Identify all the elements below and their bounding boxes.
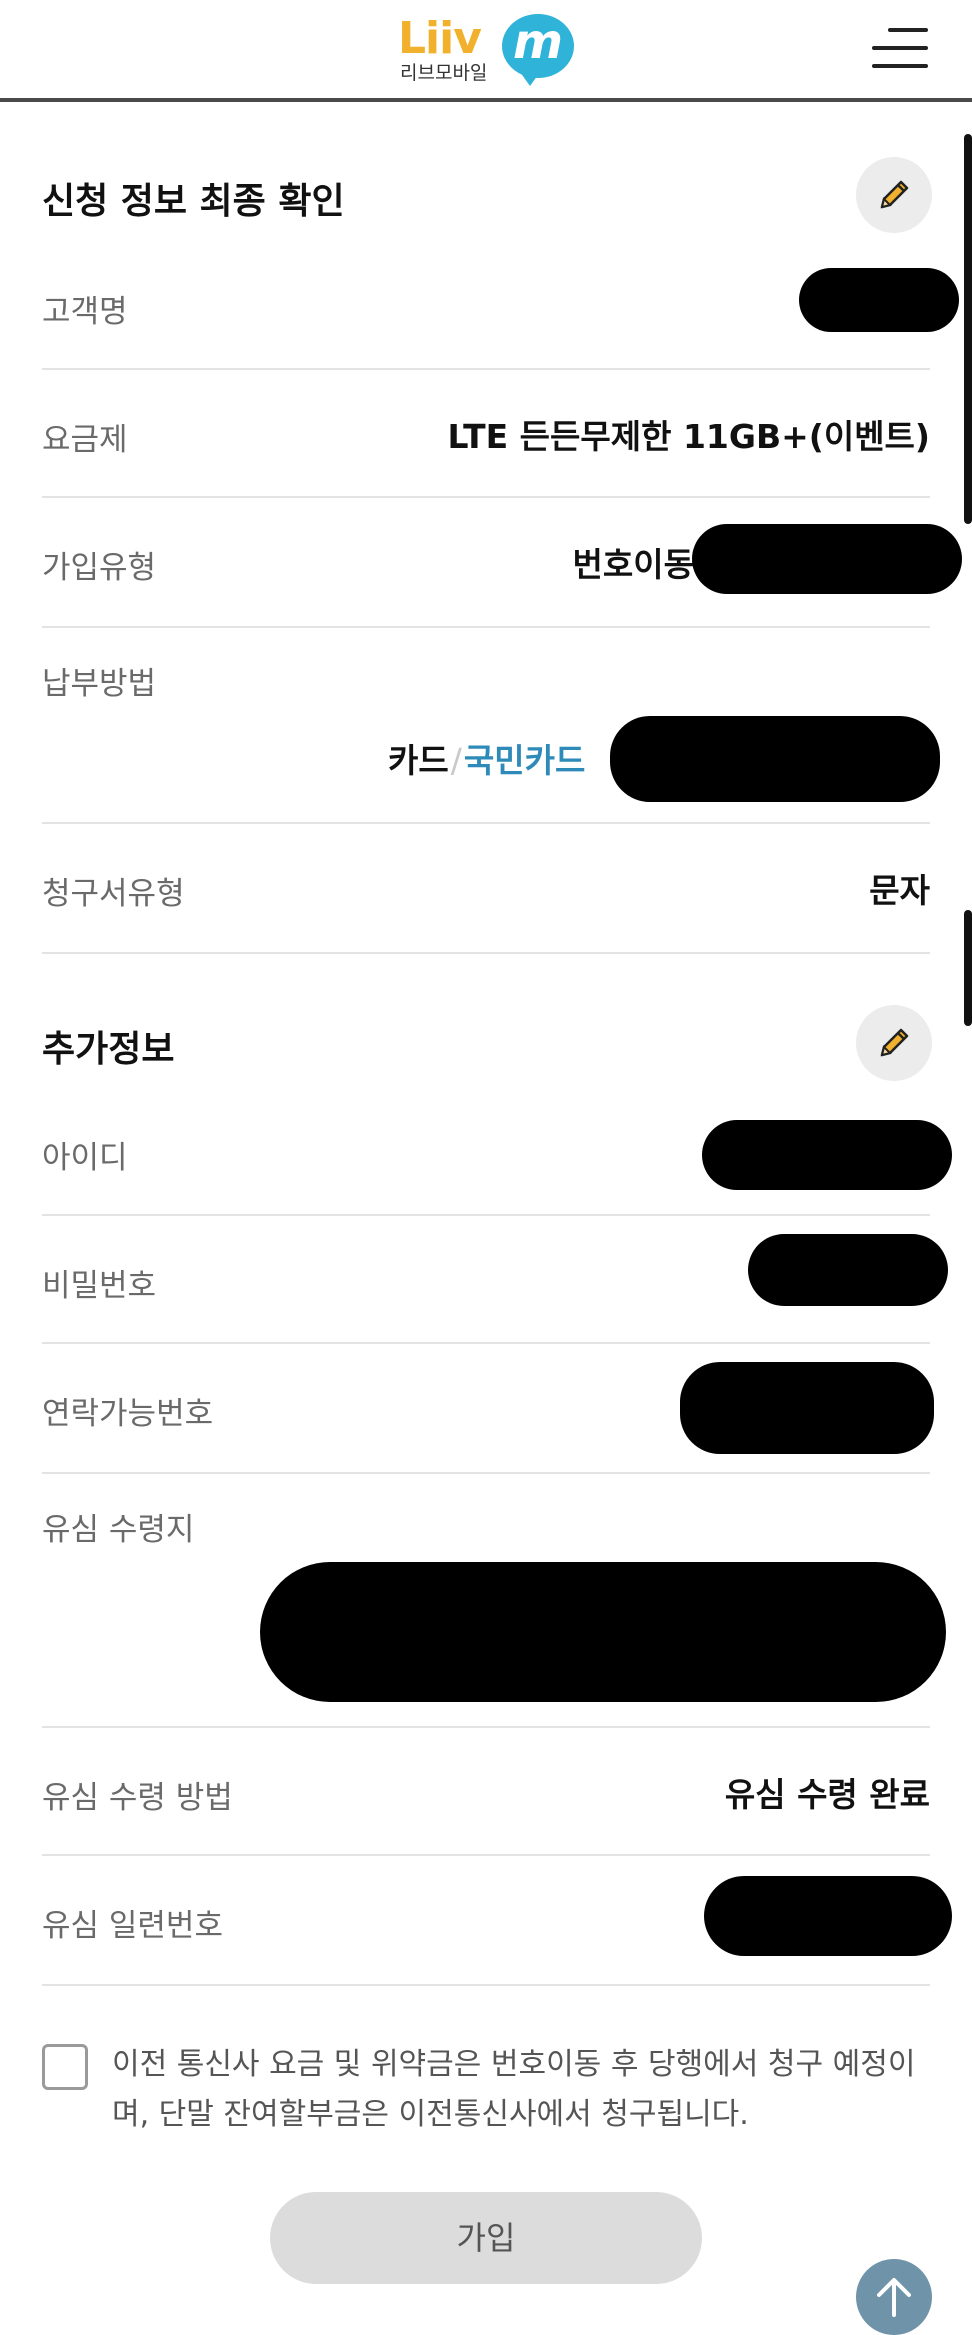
logo-subtitle: 리브모바일	[400, 62, 488, 84]
consent-checkbox[interactable]	[42, 2044, 88, 2090]
row-label: 유심 수령지	[42, 1512, 195, 1548]
scrollbar-thumb-secondary	[964, 910, 972, 1026]
extra-info-title: 추가정보	[42, 1029, 175, 1070]
scrollbar-thumb	[964, 134, 972, 524]
row-plan: 요금제 LTE 든든무제한 11GB+(이벤트)	[42, 368, 930, 498]
row-label: 납부방법	[42, 666, 157, 702]
row-label: 유심 일련번호	[42, 1908, 223, 1944]
app-header: Liiv 리브모바일 m	[0, 0, 972, 102]
payment-value: 카드/국민카드	[388, 734, 585, 782]
row-join-type: 가입유형 번호이동	[42, 496, 962, 628]
join-button[interactable]: 가입	[270, 2192, 702, 2284]
redacted-value	[692, 524, 962, 594]
logo-m-badge: m	[502, 14, 574, 86]
redacted-value	[680, 1362, 934, 1454]
payment-separator: /	[450, 741, 462, 780]
final-confirm-title: 신청 정보 최종 확인	[42, 181, 345, 222]
hamburger-menu-icon[interactable]	[872, 26, 928, 70]
row-label: 비밀번호	[42, 1268, 157, 1304]
redacted-value	[799, 268, 959, 332]
pencil-icon	[880, 1028, 909, 1057]
row-label: 청구서유형	[42, 876, 185, 912]
edit-extra-info-button[interactable]	[856, 1005, 932, 1081]
redacted-value	[610, 716, 940, 802]
row-customer-name: 고객명	[42, 250, 959, 370]
row-value: LTE 든든무제한 11GB+(이벤트)	[447, 417, 930, 456]
liiv-m-logo[interactable]: Liiv 리브모바일 m	[398, 14, 578, 88]
redacted-value	[702, 1120, 952, 1190]
logo-word: Liiv	[398, 13, 482, 64]
row-usim-receive-method: 유심 수령 방법 유심 수령 완료	[42, 1726, 930, 1856]
row-value: 번호이동	[572, 545, 694, 584]
redacted-value	[704, 1876, 952, 1956]
redacted-value	[260, 1562, 946, 1702]
row-payment-method: 납부방법 카드/국민카드	[42, 626, 940, 824]
pencil-icon	[880, 180, 909, 209]
scroll-top-button[interactable]	[856, 2259, 932, 2335]
row-usim-serial: 유심 일련번호	[42, 1854, 952, 1986]
row-user-id: 아이디	[42, 1098, 952, 1216]
edit-application-button[interactable]	[856, 157, 932, 233]
row-password: 비밀번호	[42, 1214, 948, 1344]
porting-fee-consent: 이전 통신사 요금 및 위약금은 번호이동 후 당행에서 청구 예정이며, 단말…	[42, 2044, 930, 2154]
arrow-up-icon	[877, 2278, 911, 2317]
row-value: 문자	[869, 871, 930, 910]
row-label: 가입유형	[42, 550, 157, 586]
row-label: 요금제	[42, 422, 128, 458]
row-contact-number: 연락가능번호	[42, 1342, 934, 1474]
payment-bank: 국민카드	[463, 741, 586, 780]
payment-type: 카드	[388, 741, 449, 780]
row-label: 연락가능번호	[42, 1396, 214, 1432]
row-label: 고객명	[42, 294, 128, 330]
row-bill-type: 청구서유형 문자	[42, 822, 930, 954]
redacted-value	[748, 1234, 948, 1306]
row-usim-address: 유심 수령지	[42, 1472, 946, 1728]
consent-text: 이전 통신사 요금 및 위약금은 번호이동 후 당행에서 청구 예정이며, 단말…	[112, 2047, 916, 2132]
row-label: 아이디	[42, 1140, 128, 1176]
row-value: 유심 수령 완료	[724, 1775, 930, 1814]
row-label: 유심 수령 방법	[42, 1780, 233, 1816]
